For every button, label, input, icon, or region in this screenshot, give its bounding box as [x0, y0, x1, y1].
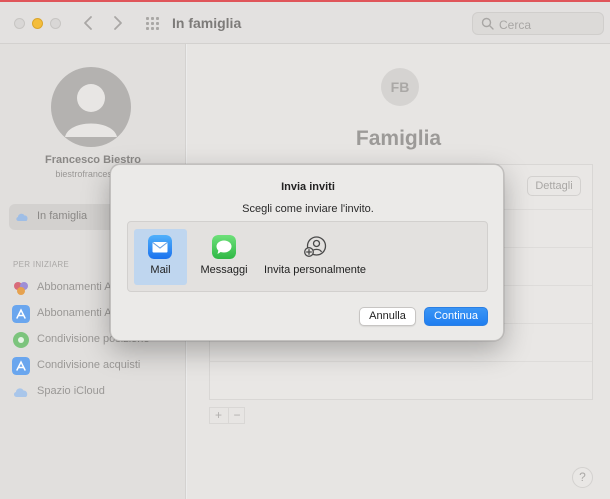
person-silhouette-icon [65, 84, 117, 137]
icloud-icon [16, 213, 28, 221]
send-invites-dialog: Invia inviti Scegli come inviare l'invit… [110, 164, 504, 341]
continue-button[interactable]: Continua [424, 307, 488, 326]
show-all-grid-icon[interactable] [146, 17, 160, 30]
add-remove-control: + − [209, 407, 245, 424]
dialog-subtitle: Scegli come inviare l'invito. [242, 203, 374, 215]
sidebar-item-label: Abbonamenti A [37, 307, 112, 319]
search-placeholder: Cerca [499, 18, 532, 32]
search-field[interactable]: Cerca [472, 12, 604, 35]
sidebar-item-condivisione-acquisti[interactable]: Condivisione acquisti [12, 356, 182, 376]
icloud-icon [13, 388, 28, 397]
subscriptions-icon [14, 282, 28, 295]
user-avatar[interactable] [51, 67, 131, 147]
zoom-window-button[interactable] [50, 18, 61, 29]
back-button[interactable] [78, 12, 100, 34]
help-button[interactable]: ? [572, 467, 593, 488]
invite-method-options: Mail Messaggi Invita personalmente [127, 221, 488, 292]
list-divider [210, 361, 592, 362]
sidebar-item-label: Spazio iCloud [37, 385, 105, 397]
option-label: Mail [150, 264, 171, 276]
chevron-left-icon [84, 16, 92, 30]
family-initials-badge: FB [381, 68, 419, 106]
invite-in-person-icon [304, 236, 327, 257]
window-title: In famiglia [172, 15, 242, 31]
messages-icon [212, 235, 236, 259]
find-my-icon [13, 332, 29, 348]
close-window-button[interactable] [14, 18, 25, 29]
forward-button[interactable] [106, 12, 128, 34]
details-button[interactable]: Dettagli [527, 176, 581, 196]
option-messaggi[interactable]: Messaggi [194, 229, 254, 285]
title-bar: In famiglia Cerca [0, 2, 610, 44]
mail-icon [148, 235, 172, 259]
option-label: Invita personalmente [263, 264, 367, 276]
option-mail[interactable]: Mail [134, 229, 187, 285]
sidebar-section-header: PER INIZIARE [13, 260, 70, 269]
app-store-icon [12, 305, 30, 323]
chevron-right-icon [114, 16, 122, 30]
app-store-icon [12, 357, 30, 375]
option-label: Messaggi [200, 264, 248, 276]
sidebar-item-label: Abbonamenti A [37, 281, 112, 293]
minimize-window-button[interactable] [32, 18, 43, 29]
remove-member-button[interactable]: − [228, 408, 245, 423]
sidebar-item-label: In famiglia [37, 210, 88, 222]
page-title: Famiglia [355, 127, 442, 150]
sidebar-item-label: Condivisione acquisti [37, 359, 141, 371]
add-member-button[interactable]: + [210, 408, 227, 423]
system-settings-window: In famiglia Cerca Francesco Biestro bies… [0, 0, 610, 499]
dialog-title: Invia inviti [281, 181, 335, 193]
search-icon [481, 17, 494, 30]
option-invita-personalmente[interactable]: Invita personalmente [260, 229, 370, 285]
sidebar-item-spazio-icloud[interactable]: Spazio iCloud [12, 382, 182, 402]
cancel-button[interactable]: Annulla [359, 307, 416, 326]
